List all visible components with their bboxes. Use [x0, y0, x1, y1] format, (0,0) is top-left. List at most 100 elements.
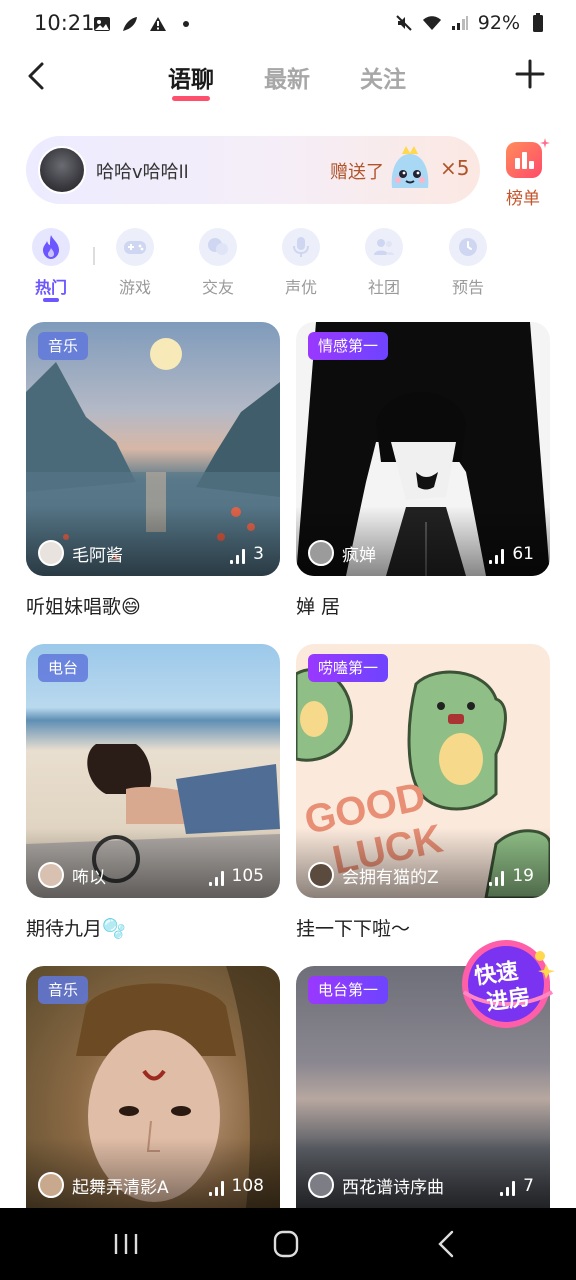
listener-count: 7 — [500, 1176, 534, 1196]
back-nav-button[interactable] — [428, 1228, 468, 1260]
room-card[interactable]: GOOD LUCK 唠嗑第一 会拥有猫的Z 19 挂一下下啦～ — [296, 644, 550, 940]
avatar — [38, 540, 64, 566]
category-hot[interactable]: 热门 — [24, 228, 78, 302]
back-arrow-icon — [438, 1230, 454, 1258]
system-navigation-bar — [0, 1208, 576, 1280]
add-button[interactable] — [514, 58, 546, 90]
room-host: 起舞弄清影A — [38, 1172, 169, 1198]
listener-count: 19 — [489, 866, 534, 886]
audio-bars-icon — [208, 1180, 224, 1196]
host-name: 西花谱诗序曲 — [342, 1177, 444, 1198]
category-label: 社团 — [367, 278, 400, 297]
room-tag: 电台 — [38, 654, 89, 682]
top-nav: 语聊 最新 关注 — [0, 52, 576, 108]
room-card[interactable]: 音乐 起舞弄清影A 108 — [26, 966, 280, 1208]
category-preview[interactable]: 预告 — [441, 228, 495, 302]
gift-broadcast-banner[interactable]: 哈哈v哈哈ll 赠送了 ×5 — [26, 136, 480, 204]
room-tag: 唠嗑第一 — [308, 654, 389, 682]
battery-icon — [528, 13, 548, 33]
category-label: 预告 — [451, 278, 484, 297]
notification-icons — [92, 14, 196, 34]
group-icon — [365, 228, 403, 266]
audio-bars-icon — [489, 548, 505, 564]
room-title: 期待九月🫧 — [26, 918, 126, 940]
count-value: 3 — [253, 544, 264, 564]
room-host: 会拥有猫的Z — [308, 862, 439, 888]
room-host: 疯婵 — [308, 540, 376, 566]
host-name: 起舞弄清影A — [72, 1177, 169, 1198]
room-card[interactable]: 情感第一 疯婵 61 婵 居 — [296, 322, 550, 618]
avatar — [38, 1172, 64, 1198]
avatar — [38, 146, 86, 194]
system-status: 92% — [394, 12, 548, 34]
back-button[interactable] — [18, 56, 58, 96]
gift-mascot-icon — [384, 144, 436, 196]
room-card[interactable]: 电台 咘以 105 期待九月🫧 — [26, 644, 280, 940]
room-tag: 情感第一 — [308, 332, 389, 360]
category-make-friends[interactable]: 交友 — [191, 228, 245, 302]
avatar — [38, 862, 64, 888]
avatar — [308, 1172, 334, 1198]
battery-percent: 92% — [477, 12, 520, 34]
host-name: 疯婵 — [342, 545, 376, 566]
chevron-left-icon — [28, 62, 44, 90]
home-icon — [273, 1230, 299, 1258]
count-value: 61 — [512, 544, 534, 564]
listener-count: 61 — [489, 544, 534, 564]
wifi-icon — [422, 13, 442, 33]
flame-icon — [32, 228, 70, 266]
tab-following[interactable]: 关注 — [360, 60, 406, 94]
leaf-icon — [120, 14, 140, 34]
host-name: 会拥有猫的Z — [342, 867, 439, 888]
leaderboard-icon — [506, 142, 542, 178]
room-host: 毛阿酱 — [38, 540, 123, 566]
category-game[interactable]: 游戏 — [108, 228, 162, 302]
room-title: 婵 居 — [296, 596, 341, 618]
active-category-indicator — [43, 298, 59, 302]
status-bar: 10:21 92% — [0, 0, 576, 48]
recent-apps-button[interactable] — [106, 1228, 146, 1260]
category-club[interactable]: 社团 — [357, 228, 411, 302]
count-value: 7 — [523, 1176, 534, 1196]
audio-bars-icon — [489, 870, 505, 886]
signal-icon — [450, 13, 470, 33]
home-button[interactable] — [266, 1228, 306, 1260]
count-value: 105 — [231, 866, 264, 886]
clock-icon — [449, 228, 487, 266]
mute-icon — [394, 13, 414, 33]
divider — [93, 247, 95, 265]
status-time: 10:21 — [34, 11, 95, 35]
room-cover: 音乐 毛阿酱 3 — [26, 322, 280, 576]
microphone-icon — [282, 228, 320, 266]
leaderboard-button[interactable]: 榜单 — [500, 138, 550, 209]
room-cover: GOOD LUCK 唠嗑第一 会拥有猫的Z 19 — [296, 644, 550, 898]
count-value: 108 — [231, 1176, 264, 1196]
sparkle-icon — [540, 138, 550, 148]
room-cover: 电台 咘以 105 — [26, 644, 280, 898]
quick-enter-room-button[interactable]: 快速 进房 — [456, 936, 556, 1032]
avatar — [308, 862, 334, 888]
category-voice-actor[interactable]: 声优 — [274, 228, 328, 302]
audio-bars-icon — [230, 548, 246, 564]
gift-action-text: 赠送了 — [330, 162, 384, 183]
room-tag: 音乐 — [38, 332, 89, 360]
tab-latest[interactable]: 最新 — [264, 60, 310, 94]
gamepad-icon — [116, 228, 154, 266]
room-cover: 情感第一 疯婵 61 — [296, 322, 550, 576]
listener-count: 3 — [230, 544, 264, 564]
leaderboard-label: 榜单 — [506, 189, 540, 209]
chat-bubbles-icon — [199, 228, 237, 266]
category-label: 游戏 — [118, 278, 151, 297]
category-label: 热门 — [34, 278, 67, 297]
dot-icon — [176, 14, 196, 34]
gallery-icon — [92, 14, 112, 34]
room-card[interactable]: 音乐 毛阿酱 3 听姐妹唱歌😄 — [26, 322, 280, 618]
recents-icon — [114, 1234, 138, 1254]
active-tab-indicator — [172, 96, 210, 101]
quick-enter-line2: 进房 — [484, 985, 532, 1016]
gift-count: ×5 — [440, 156, 470, 180]
gift-sender-name: 哈哈v哈哈ll — [96, 162, 189, 183]
tab-voice-chat[interactable]: 语聊 — [168, 60, 214, 94]
category-label: 交友 — [201, 278, 234, 297]
host-name: 咘以 — [72, 867, 106, 888]
